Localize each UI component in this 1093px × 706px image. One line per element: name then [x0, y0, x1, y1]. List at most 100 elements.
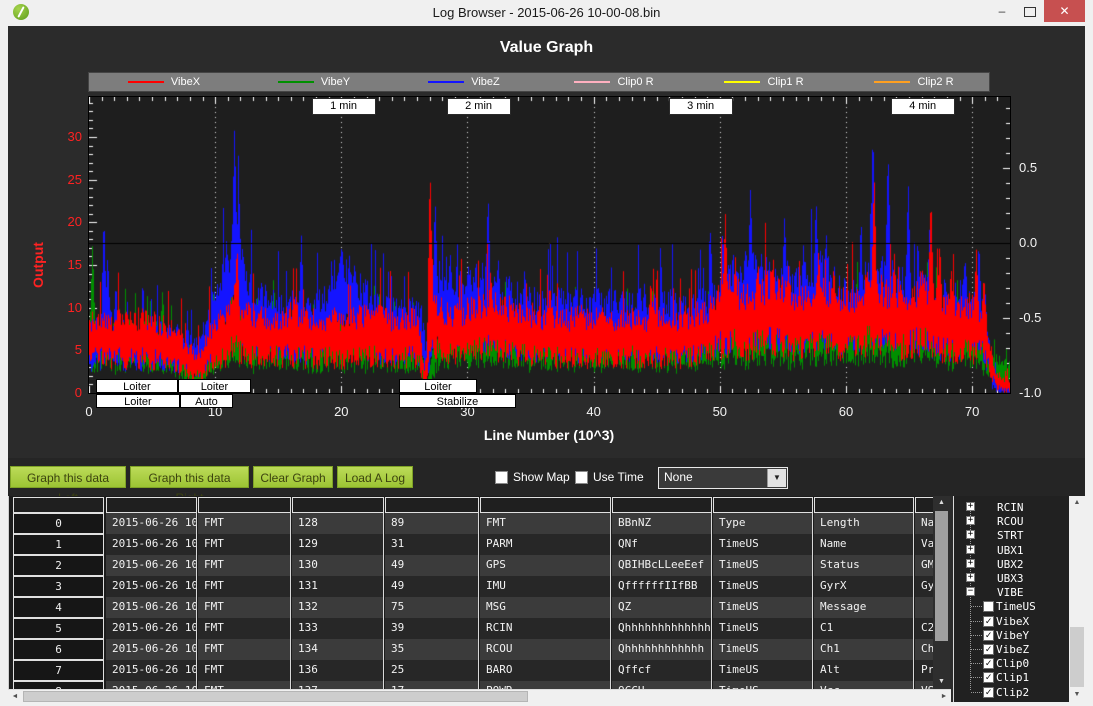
- timeus-checkbox[interactable]: [983, 601, 994, 612]
- row-number-cell[interactable]: 3: [13, 576, 104, 597]
- expand-icon[interactable]: +: [966, 559, 975, 568]
- table-cell[interactable]: Type: [713, 513, 813, 534]
- table-cell[interactable]: 75: [385, 597, 479, 618]
- table-header-cell[interactable]: [915, 497, 934, 513]
- table-vscroll-thumb[interactable]: [935, 511, 948, 641]
- table-cell[interactable]: GM: [915, 555, 934, 576]
- close-button[interactable]: ✕: [1044, 0, 1085, 22]
- maximize-button[interactable]: [1016, 0, 1044, 22]
- table-cell[interactable]: QffffffIIfBB: [612, 576, 712, 597]
- table-cell[interactable]: TimeUS: [713, 639, 813, 660]
- table-cell[interactable]: Na: [915, 513, 934, 534]
- table-cell[interactable]: TimeUS: [713, 597, 813, 618]
- table-cell[interactable]: 129: [292, 534, 384, 555]
- table-cell[interactable]: 137: [292, 681, 384, 689]
- table-cell[interactable]: RCOU: [480, 639, 611, 660]
- clear-graph-button[interactable]: Clear Graph: [253, 466, 333, 488]
- row-number-cell[interactable]: 6: [13, 639, 104, 660]
- table-header-cell[interactable]: [814, 497, 914, 513]
- scroll-down-icon[interactable]: ▼: [933, 675, 950, 689]
- table-cell[interactable]: 31: [385, 534, 479, 555]
- clip2-checkbox[interactable]: ✓: [983, 687, 994, 698]
- table-cell[interactable]: 89: [385, 513, 479, 534]
- table-header-cell[interactable]: [385, 497, 479, 513]
- table-cell[interactable]: 2015-06-26 10:0…: [106, 576, 197, 597]
- tree-scroll-thumb[interactable]: [1070, 627, 1084, 687]
- table-cell[interactable]: TimeUS: [713, 618, 813, 639]
- table-cell[interactable]: FMT: [480, 513, 611, 534]
- table-cell[interactable]: 2015-06-26 10:0…: [106, 618, 197, 639]
- tree-item-rcin[interactable]: RCIN: [997, 501, 1024, 514]
- table-cell[interactable]: TimeUS: [713, 534, 813, 555]
- table-cell[interactable]: FMT: [198, 555, 291, 576]
- clip0-checkbox[interactable]: ✓: [983, 658, 994, 669]
- graph-left-button[interactable]: Graph this data Left: [10, 466, 126, 488]
- table-cell[interactable]: RCIN: [480, 618, 611, 639]
- table-cell[interactable]: Pre: [915, 660, 934, 681]
- expand-icon[interactable]: +: [966, 573, 975, 582]
- table-cell[interactable]: Qhhhhhhhhhhhhh…: [612, 618, 712, 639]
- tree-item-ubx3[interactable]: UBX3: [997, 572, 1024, 585]
- table-cell[interactable]: TimeUS: [713, 660, 813, 681]
- tree-item-clip2[interactable]: Clip2: [996, 686, 1029, 699]
- table-cell[interactable]: 25: [385, 660, 479, 681]
- table-cell[interactable]: PARM: [480, 534, 611, 555]
- table-cell[interactable]: FMT: [198, 618, 291, 639]
- expand-icon[interactable]: +: [966, 530, 975, 539]
- table-cell[interactable]: Alt: [814, 660, 914, 681]
- table-cell[interactable]: Status: [814, 555, 914, 576]
- table-cell[interactable]: Qffcf: [612, 660, 712, 681]
- table-cell[interactable]: 2015-06-26 10:0…: [106, 534, 197, 555]
- table-cell[interactable]: GPS: [480, 555, 611, 576]
- table-cell[interactable]: 35: [385, 639, 479, 660]
- tree-scrollbar[interactable]: ▲ ▼: [1069, 496, 1085, 702]
- table-header-cell[interactable]: [713, 497, 813, 513]
- table-hscroll-thumb[interactable]: [23, 691, 528, 702]
- table-cell[interactable]: 17: [385, 681, 479, 689]
- tree-item-vibex[interactable]: VibeX: [996, 615, 1029, 628]
- graph-right-button[interactable]: Graph this data Right: [130, 466, 249, 488]
- table-cell[interactable]: GyrX: [814, 576, 914, 597]
- table-horizontal-scrollbar[interactable]: ◄ ►: [8, 689, 951, 703]
- tree-item-clip1[interactable]: Clip1: [996, 671, 1029, 684]
- table-cell[interactable]: 2015-06-26 10:0…: [106, 555, 197, 576]
- table-cell[interactable]: 2015-06-26 10:0…: [106, 513, 197, 534]
- table-cell[interactable]: 49: [385, 576, 479, 597]
- scroll-up-icon[interactable]: ▲: [1069, 496, 1085, 510]
- table-cell[interactable]: 49: [385, 555, 479, 576]
- table-cell[interactable]: FMT: [198, 639, 291, 660]
- tree-item-ubx2[interactable]: UBX2: [997, 558, 1024, 571]
- table-vertical-scrollbar[interactable]: ▲ ▼: [933, 496, 950, 689]
- tree-item-vibez[interactable]: VibeZ: [996, 643, 1029, 656]
- table-cell[interactable]: BBnNZ: [612, 513, 712, 534]
- load-log-button[interactable]: Load A Log: [337, 466, 413, 488]
- vibey-checkbox[interactable]: ✓: [983, 630, 994, 641]
- row-number-cell[interactable]: 0: [13, 513, 104, 534]
- table-cell[interactable]: FMT: [198, 681, 291, 689]
- table-cell[interactable]: FMT: [198, 597, 291, 618]
- table-cell[interactable]: Va: [915, 534, 934, 555]
- table-cell[interactable]: FMT: [198, 660, 291, 681]
- scroll-down-icon[interactable]: ▼: [1069, 688, 1085, 702]
- vibex-checkbox[interactable]: ✓: [983, 616, 994, 627]
- tree-item-vibe[interactable]: VIBE: [997, 586, 1024, 599]
- table-cell[interactable]: QZ: [612, 597, 712, 618]
- table-cell[interactable]: C1: [814, 618, 914, 639]
- table-header-cell[interactable]: [13, 497, 104, 513]
- minimize-button[interactable]: –: [988, 0, 1016, 22]
- table-cell[interactable]: 2015-06-26 10:0…: [106, 660, 197, 681]
- table-cell[interactable]: Gy: [915, 576, 934, 597]
- row-number-cell[interactable]: 5: [13, 618, 104, 639]
- row-number-cell[interactable]: 8: [13, 681, 104, 689]
- tree-item-vibey[interactable]: VibeY: [996, 629, 1029, 642]
- table-cell[interactable]: FMT: [198, 513, 291, 534]
- table-header-cell[interactable]: [198, 497, 291, 513]
- table-cell[interactable]: 130: [292, 555, 384, 576]
- table-cell[interactable]: TimeUS: [713, 576, 813, 597]
- table-cell[interactable]: MSG: [480, 597, 611, 618]
- table-header-cell[interactable]: [292, 497, 384, 513]
- table-cell[interactable]: 134: [292, 639, 384, 660]
- scroll-up-icon[interactable]: ▲: [933, 496, 950, 510]
- table-cell[interactable]: [915, 597, 934, 618]
- tree-item-timeus[interactable]: TimeUS: [996, 600, 1036, 613]
